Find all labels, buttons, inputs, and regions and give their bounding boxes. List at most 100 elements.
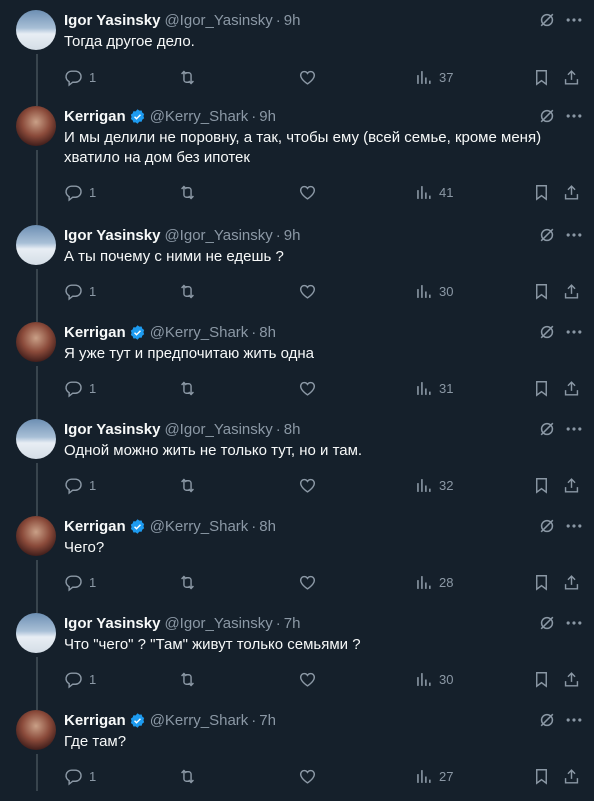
retweet-button[interactable]	[178, 378, 197, 398]
author-handle[interactable]: @Kerry_Shark	[150, 108, 249, 125]
share-button[interactable]	[562, 766, 581, 786]
views-button[interactable]: 37	[414, 67, 453, 87]
more-icon[interactable]	[564, 10, 584, 30]
like-button[interactable]	[298, 182, 317, 202]
retweet-button[interactable]	[178, 475, 197, 495]
author-name[interactable]: Kerrigan	[64, 712, 126, 729]
retweet-button[interactable]	[178, 182, 197, 202]
author-name[interactable]: Igor Yasinsky	[64, 615, 160, 632]
timestamp[interactable]: 8h	[284, 421, 301, 438]
bookmark-button[interactable]	[532, 67, 551, 87]
retweet-button[interactable]	[178, 572, 197, 592]
reply-button[interactable]: 1	[64, 475, 96, 495]
timestamp[interactable]: 8h	[259, 324, 276, 341]
timestamp[interactable]: 7h	[284, 615, 301, 632]
more-icon[interactable]	[564, 710, 584, 730]
tweet[interactable]: Kerrigan @Kerry_Shark · 7h Где там? 1 27	[0, 704, 594, 801]
tweet[interactable]: Igor Yasinsky @Igor_Yasinsky · 9h А ты п…	[0, 219, 594, 322]
like-button[interactable]	[298, 67, 317, 87]
grok-icon[interactable]	[537, 710, 557, 730]
tweet[interactable]: Igor Yasinsky @Igor_Yasinsky · 9h Тогда …	[0, 4, 594, 106]
tweet[interactable]: Igor Yasinsky @Igor_Yasinsky · 8h Одной …	[0, 413, 594, 516]
avatar[interactable]	[16, 322, 56, 362]
grok-icon[interactable]	[537, 516, 557, 536]
retweet-button[interactable]	[178, 281, 197, 301]
author-name[interactable]: Igor Yasinsky	[64, 12, 160, 29]
bookmark-button[interactable]	[532, 572, 551, 592]
reply-button[interactable]: 1	[64, 281, 96, 301]
tweet[interactable]: Igor Yasinsky @Igor_Yasinsky · 7h Что "ч…	[0, 607, 594, 710]
timestamp[interactable]: 9h	[259, 108, 276, 125]
tweet[interactable]: Kerrigan @Kerry_Shark · 9h И мы делили н…	[0, 100, 594, 225]
author-handle[interactable]: @Igor_Yasinsky	[164, 12, 272, 29]
retweet-button[interactable]	[178, 766, 197, 786]
like-button[interactable]	[298, 378, 317, 398]
timestamp[interactable]: 9h	[284, 12, 301, 29]
views-button[interactable]: 31	[414, 378, 453, 398]
share-button[interactable]	[562, 475, 581, 495]
bookmark-button[interactable]	[532, 766, 551, 786]
like-button[interactable]	[298, 669, 317, 689]
like-button[interactable]	[298, 475, 317, 495]
author-handle[interactable]: @Igor_Yasinsky	[164, 227, 272, 244]
reply-button[interactable]: 1	[64, 572, 96, 592]
share-button[interactable]	[562, 572, 581, 592]
grok-icon[interactable]	[537, 419, 557, 439]
reply-button[interactable]: 1	[64, 378, 96, 398]
more-icon[interactable]	[564, 106, 584, 126]
author-name[interactable]: Igor Yasinsky	[64, 227, 160, 244]
timestamp[interactable]: 8h	[259, 518, 276, 535]
grok-icon[interactable]	[537, 322, 557, 342]
grok-icon[interactable]	[537, 10, 557, 30]
retweet-button[interactable]	[178, 669, 197, 689]
author-name[interactable]: Kerrigan	[64, 108, 126, 125]
more-icon[interactable]	[564, 322, 584, 342]
like-button[interactable]	[298, 281, 317, 301]
bookmark-button[interactable]	[532, 378, 551, 398]
grok-icon[interactable]	[537, 106, 557, 126]
like-button[interactable]	[298, 572, 317, 592]
bookmark-button[interactable]	[532, 281, 551, 301]
retweet-button[interactable]	[178, 67, 197, 87]
more-icon[interactable]	[564, 225, 584, 245]
share-button[interactable]	[562, 669, 581, 689]
avatar[interactable]	[16, 106, 56, 146]
share-button[interactable]	[562, 378, 581, 398]
tweet[interactable]: Kerrigan @Kerry_Shark · 8h Чего? 1 28	[0, 510, 594, 613]
more-icon[interactable]	[564, 516, 584, 536]
avatar[interactable]	[16, 516, 56, 556]
author-handle[interactable]: @Igor_Yasinsky	[164, 615, 272, 632]
views-button[interactable]: 32	[414, 475, 453, 495]
avatar[interactable]	[16, 225, 56, 265]
reply-button[interactable]: 1	[64, 766, 96, 786]
views-button[interactable]: 30	[414, 281, 453, 301]
timestamp[interactable]: 7h	[259, 712, 276, 729]
more-icon[interactable]	[564, 419, 584, 439]
author-handle[interactable]: @Igor_Yasinsky	[164, 421, 272, 438]
avatar[interactable]	[16, 613, 56, 653]
reply-button[interactable]: 1	[64, 67, 96, 87]
avatar[interactable]	[16, 710, 56, 750]
grok-icon[interactable]	[537, 613, 557, 633]
bookmark-button[interactable]	[532, 475, 551, 495]
author-handle[interactable]: @Kerry_Shark	[150, 324, 249, 341]
author-handle[interactable]: @Kerry_Shark	[150, 518, 249, 535]
grok-icon[interactable]	[537, 225, 557, 245]
avatar[interactable]	[16, 419, 56, 459]
share-button[interactable]	[562, 67, 581, 87]
bookmark-button[interactable]	[532, 669, 551, 689]
author-name[interactable]: Igor Yasinsky	[64, 421, 160, 438]
reply-button[interactable]: 1	[64, 669, 96, 689]
views-button[interactable]: 27	[414, 766, 453, 786]
views-button[interactable]: 30	[414, 669, 453, 689]
more-icon[interactable]	[564, 613, 584, 633]
views-button[interactable]: 41	[414, 182, 453, 202]
author-name[interactable]: Kerrigan	[64, 324, 126, 341]
author-name[interactable]: Kerrigan	[64, 518, 126, 535]
share-button[interactable]	[562, 182, 581, 202]
timestamp[interactable]: 9h	[284, 227, 301, 244]
reply-button[interactable]: 1	[64, 182, 96, 202]
bookmark-button[interactable]	[532, 182, 551, 202]
avatar[interactable]	[16, 10, 56, 50]
author-handle[interactable]: @Kerry_Shark	[150, 712, 249, 729]
